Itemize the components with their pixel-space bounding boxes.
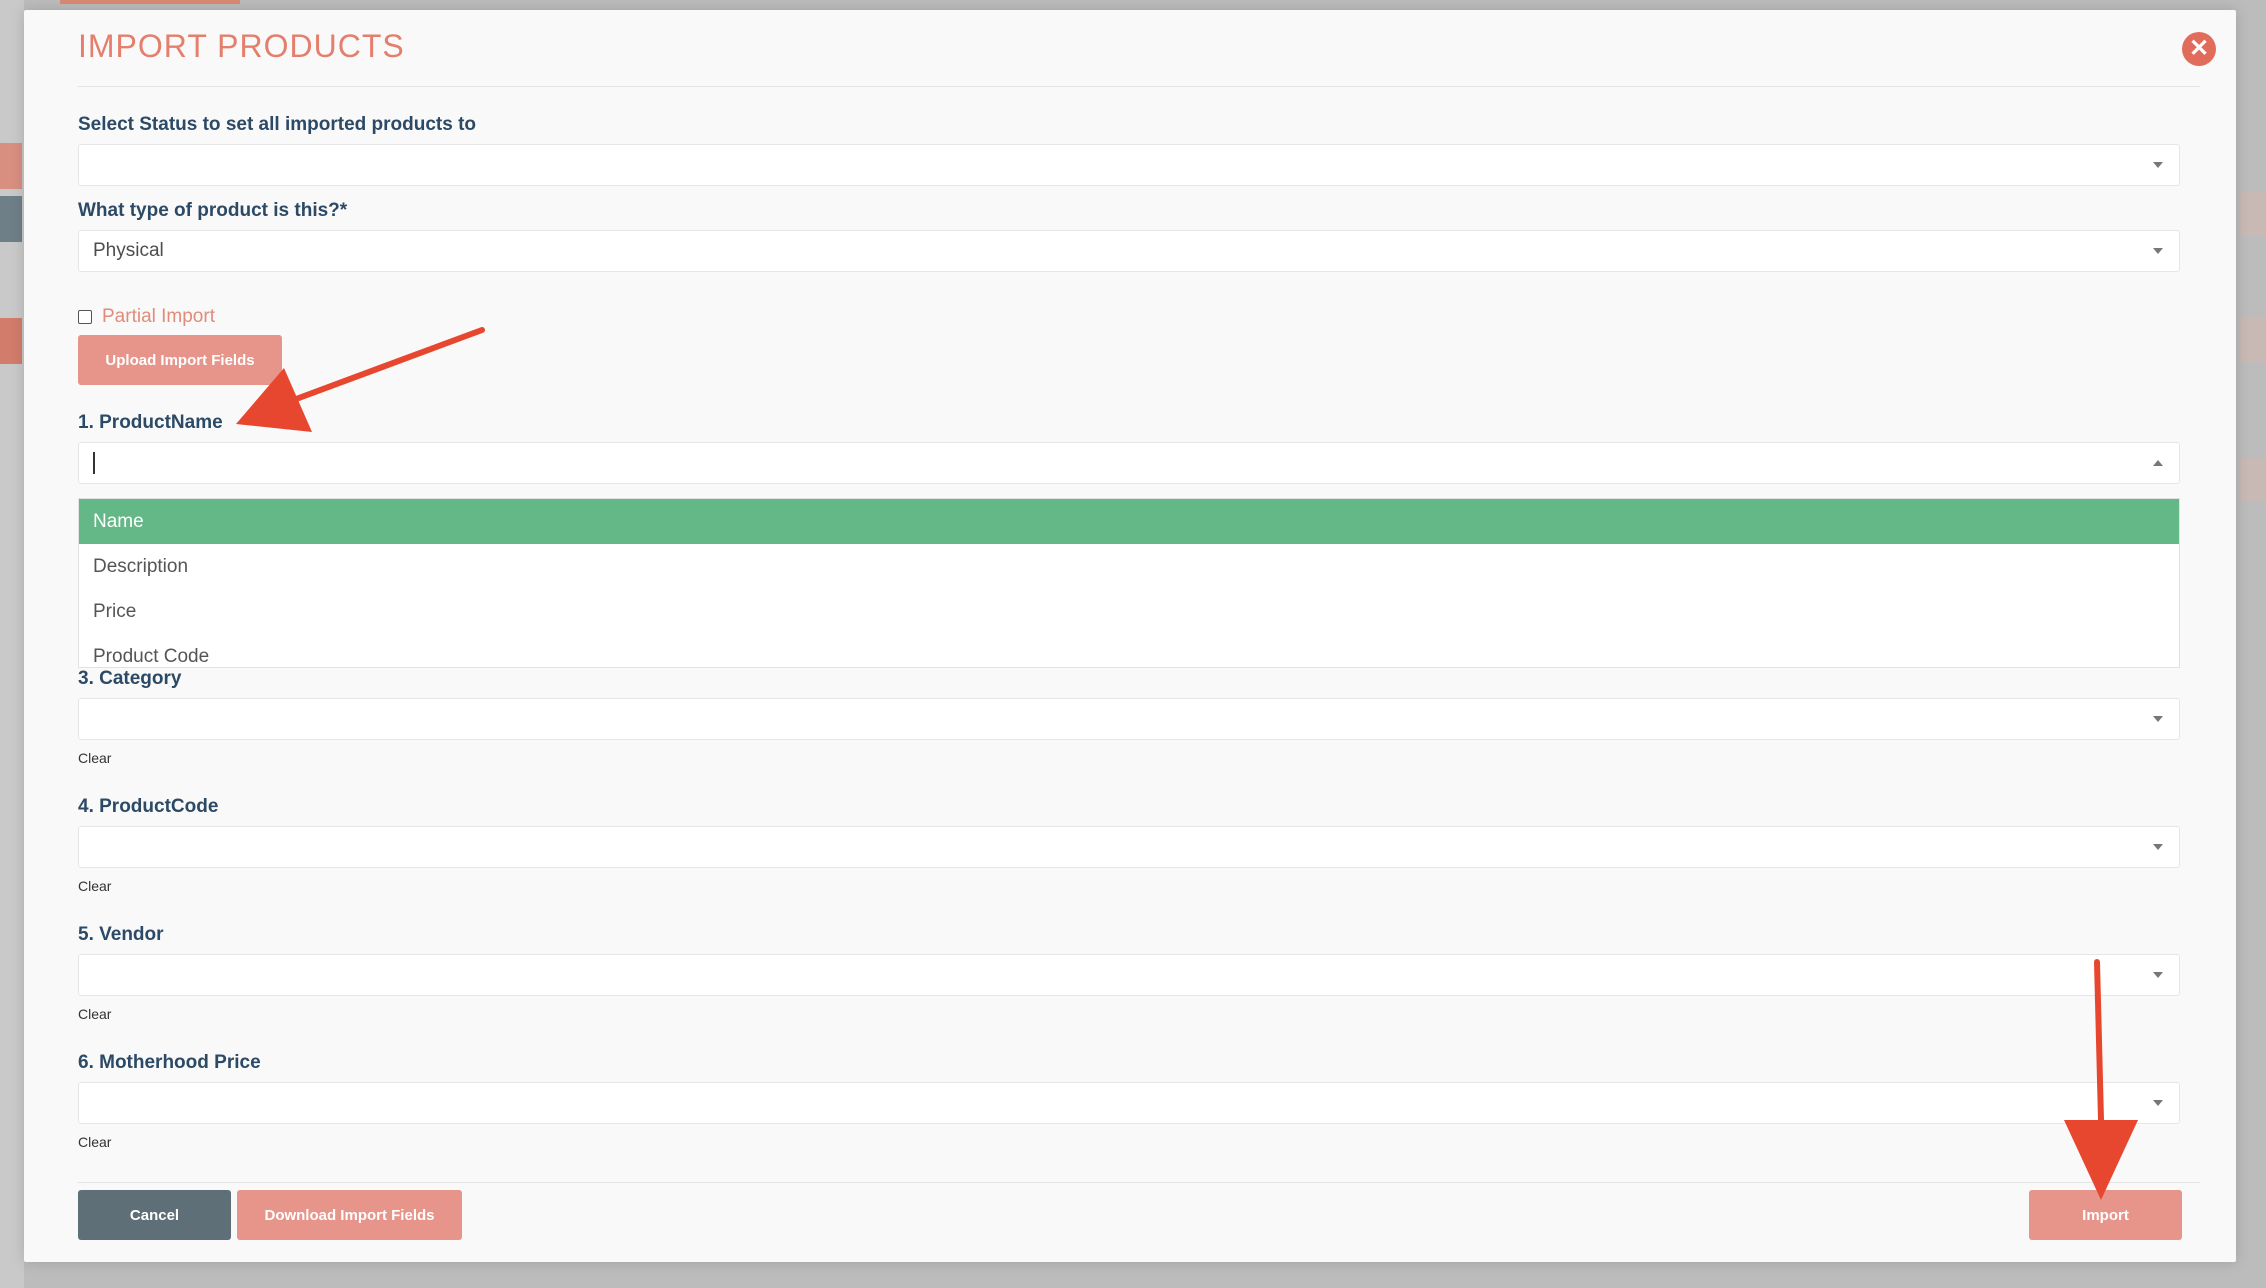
clear-motherhood-price-link[interactable]: Clear [78, 1134, 111, 1150]
motherhood-price-select[interactable] [78, 1082, 2180, 1124]
product-type-select[interactable]: Physical [78, 230, 2180, 272]
header-divider [78, 86, 2200, 87]
chevron-down-icon [2153, 716, 2163, 722]
dropdown-option-price[interactable]: Price [79, 589, 2179, 634]
dropdown-option-product-code[interactable]: Product Code [79, 634, 2179, 667]
chevron-down-icon [2153, 844, 2163, 850]
partial-import-row[interactable]: Partial Import [78, 306, 215, 328]
status-select[interactable] [78, 144, 2180, 186]
clear-vendor-link[interactable]: Clear [78, 1006, 111, 1022]
dropdown-option-description[interactable]: Description [79, 544, 2179, 589]
upload-import-fields-button[interactable]: Upload Import Fields [78, 335, 282, 385]
field-label-productname: 1. ProductName [78, 412, 223, 433]
productcode-select[interactable] [78, 826, 2180, 868]
dropdown-option-name[interactable]: Name [79, 499, 2179, 544]
clear-category-link[interactable]: Clear [78, 750, 111, 766]
background-right-block [2240, 318, 2266, 362]
chevron-down-icon [2153, 972, 2163, 978]
chevron-down-icon [2153, 162, 2163, 168]
footer-divider [78, 1182, 2200, 1183]
background-chip [0, 196, 22, 242]
field-label-productcode: 4. ProductCode [78, 796, 219, 817]
download-import-fields-button[interactable]: Download Import Fields [237, 1190, 462, 1240]
field-label-category: 3. Category [78, 668, 182, 689]
field-label-motherhood-price: 6. Motherhood Price [78, 1052, 261, 1073]
close-icon[interactable]: ✕ [2182, 32, 2216, 66]
text-cursor [93, 451, 95, 474]
modal-title: IMPORT PRODUCTS [78, 28, 405, 64]
partial-import-label[interactable]: Partial Import [102, 306, 215, 328]
partial-import-checkbox[interactable] [78, 310, 92, 324]
productname-dropdown: Name Description Price Product Code [78, 498, 2180, 668]
background-sidebar [0, 0, 24, 1288]
status-label: Select Status to set all imported produc… [78, 114, 477, 135]
product-type-label: What type of product is this?* [78, 200, 348, 221]
cancel-button[interactable]: Cancel [78, 1190, 231, 1240]
product-type-value: Physical [93, 240, 164, 261]
background-right-block [2240, 458, 2266, 502]
import-products-modal: IMPORT PRODUCTS ✕ Select Status to set a… [24, 10, 2236, 1262]
chevron-down-icon [2153, 248, 2163, 254]
clear-productcode-link[interactable]: Clear [78, 878, 111, 894]
background-right-block [2240, 192, 2266, 236]
background-top-accent [60, 0, 240, 4]
background-chip [0, 143, 22, 189]
chevron-down-icon [2153, 1100, 2163, 1106]
import-button[interactable]: Import [2029, 1190, 2182, 1240]
vendor-select[interactable] [78, 954, 2180, 996]
background-chip [0, 318, 22, 364]
chevron-up-icon [2153, 460, 2163, 466]
productname-select[interactable] [78, 442, 2180, 484]
category-select[interactable] [78, 698, 2180, 740]
field-label-vendor: 5. Vendor [78, 924, 164, 945]
